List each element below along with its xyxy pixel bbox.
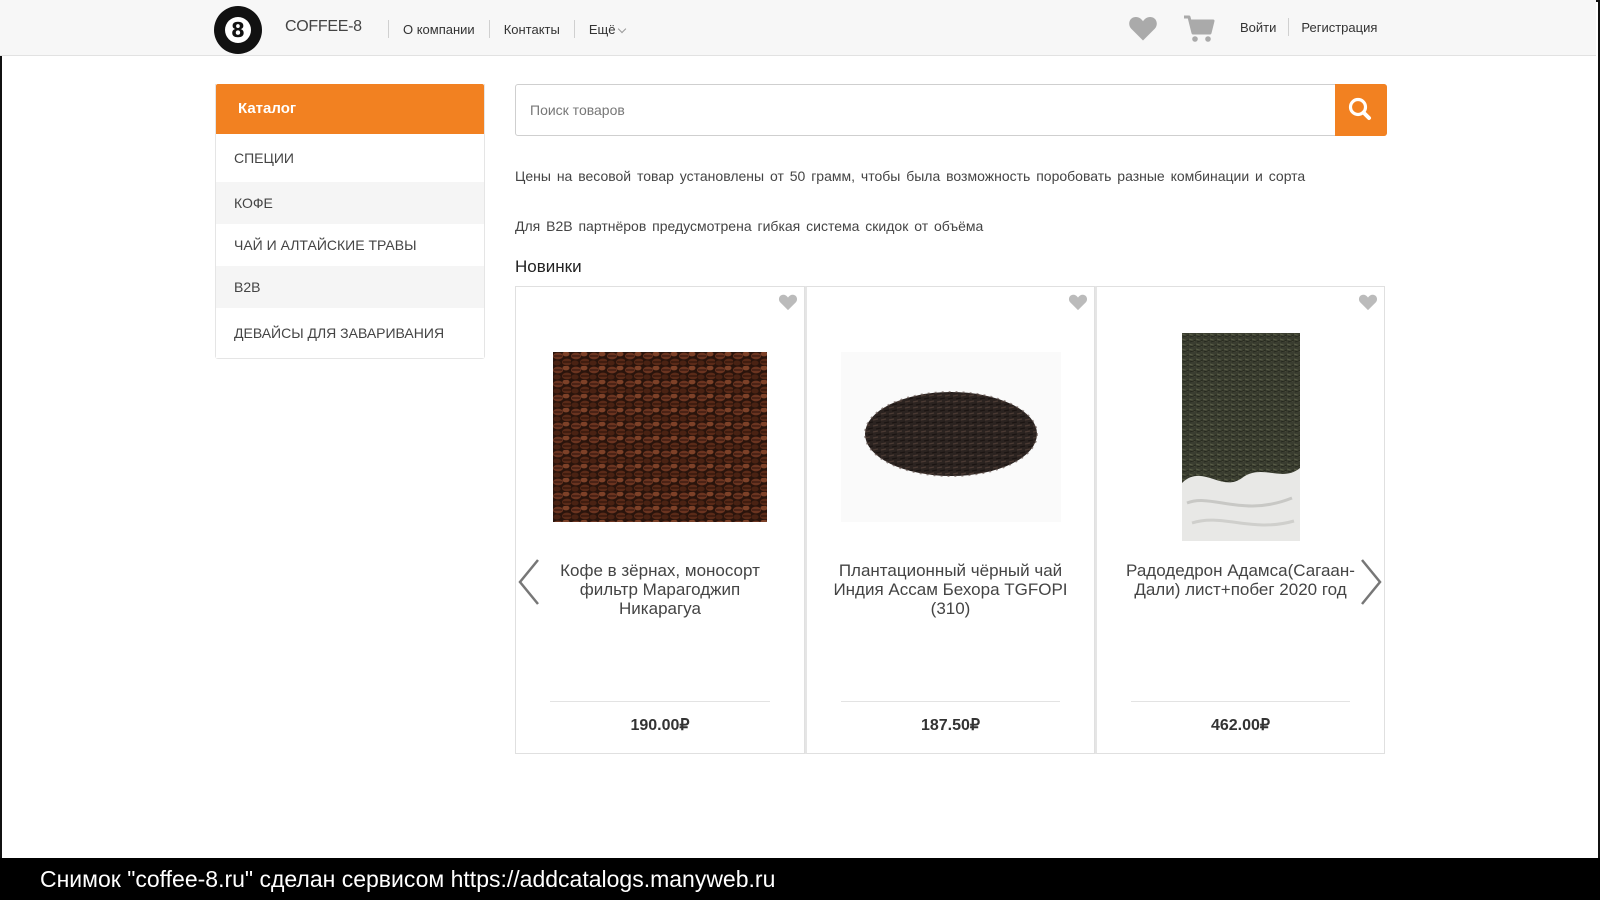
nav-divider [488, 20, 490, 38]
nav-divider [573, 20, 575, 38]
screenshot-caption: Снимок "coffee-8.ru" сделан сервисом htt… [0, 858, 1600, 900]
catalog-item-coffee[interactable]: КОФЕ [216, 182, 484, 224]
product-name[interactable]: Кофе в зёрнах, моносорт фильтр Марагоджи… [542, 561, 778, 618]
herb-sack-image [1181, 333, 1300, 541]
catalog-list: СПЕЦИИ КОФЕ ЧАЙ И АЛТАЙСКИЕ ТРАВЫ B2B ДЕ… [216, 134, 484, 358]
nav-link-about[interactable]: О компании [403, 22, 475, 37]
product-image-black-tea[interactable] [807, 327, 1094, 547]
product-price: 190.00₽ [630, 717, 690, 734]
product-card[interactable]: Плантационный чёрный чай Индия Ассам Бех… [805, 286, 1095, 754]
login-link[interactable]: Войти [1240, 20, 1276, 35]
auth-divider [1288, 18, 1290, 36]
heart-icon[interactable] [1128, 14, 1158, 42]
black-tea-image [840, 352, 1061, 522]
info-text-b2b: Для B2B партнёров предусмотрена гибкая с… [515, 218, 984, 234]
heart-icon[interactable] [1358, 293, 1378, 311]
search-input[interactable] [516, 85, 1334, 135]
heart-icon[interactable] [1068, 293, 1088, 311]
coffee-beans-image [553, 352, 767, 522]
site-logo[interactable]: 8 [214, 6, 262, 54]
cart-icon[interactable] [1183, 14, 1215, 44]
carousel-next-arrow[interactable] [1356, 556, 1386, 608]
heart-icon[interactable] [778, 293, 798, 311]
nav-link-more[interactable]: Ещё [588, 21, 627, 37]
nav-more-label: Ещё [588, 21, 616, 37]
search-icon [1348, 97, 1371, 120]
product-image-herb-sack[interactable] [1097, 327, 1384, 547]
nav-link-contacts[interactable]: Контакты [504, 22, 560, 37]
catalog-item-tea[interactable]: ЧАЙ И АЛТАЙСКИЕ ТРАВЫ [216, 224, 484, 266]
product-price: 462.00₽ [1210, 717, 1271, 734]
nav-divider [388, 20, 389, 38]
product-name[interactable]: Радодедрон Адамса(Сагаан-Дали) лист+побе… [1123, 561, 1358, 599]
product-image-coffee-beans[interactable] [516, 327, 804, 547]
search-bar [515, 84, 1387, 136]
site-header: 8 COFFEE-8 О компании Контакты Ещё Войти… [0, 0, 1596, 56]
product-carousel: Кофе в зёрнах, моносорт фильтр Марагоджи… [515, 286, 1387, 754]
product-card[interactable]: Радодедрон Адамса(Сагаан-Дали) лист+побе… [1095, 286, 1385, 754]
logo-mark: 8 [225, 17, 251, 43]
product-price: 187.50₽ [920, 717, 981, 734]
search-button[interactable] [1335, 84, 1387, 136]
carousel-prev-arrow[interactable] [514, 556, 544, 608]
card-divider [550, 701, 770, 702]
chevron-down-icon [618, 24, 627, 33]
top-nav: О компании Контакты Ещё [374, 20, 627, 38]
catalog-item-devices[interactable]: ДЕВАЙСЫ ДЛЯ ЗАВАРИВАНИЯ [216, 308, 484, 358]
catalog-item-spices[interactable]: СПЕЦИИ [216, 134, 484, 182]
catalog-sidebar: Каталог СПЕЦИИ КОФЕ ЧАЙ И АЛТАЙСКИЕ ТРАВ… [215, 84, 485, 359]
register-link[interactable]: Регистрация [1301, 20, 1377, 35]
new-items-title: Новинки [515, 257, 582, 276]
auth-links: Войти Регистрация [1240, 18, 1377, 36]
catalog-title[interactable]: Каталог [216, 84, 484, 134]
brand-name[interactable]: COFFEE-8 [285, 18, 362, 36]
card-divider [1131, 701, 1350, 702]
catalog-item-b2b[interactable]: B2B [216, 266, 484, 308]
product-name[interactable]: Плантационный чёрный чай Индия Ассам Бех… [833, 561, 1068, 618]
card-divider [841, 701, 1060, 702]
info-text-pricing: Цены на весовой товар установлены от 50 … [515, 168, 1306, 184]
product-card[interactable]: Кофе в зёрнах, моносорт фильтр Марагоджи… [515, 286, 805, 754]
